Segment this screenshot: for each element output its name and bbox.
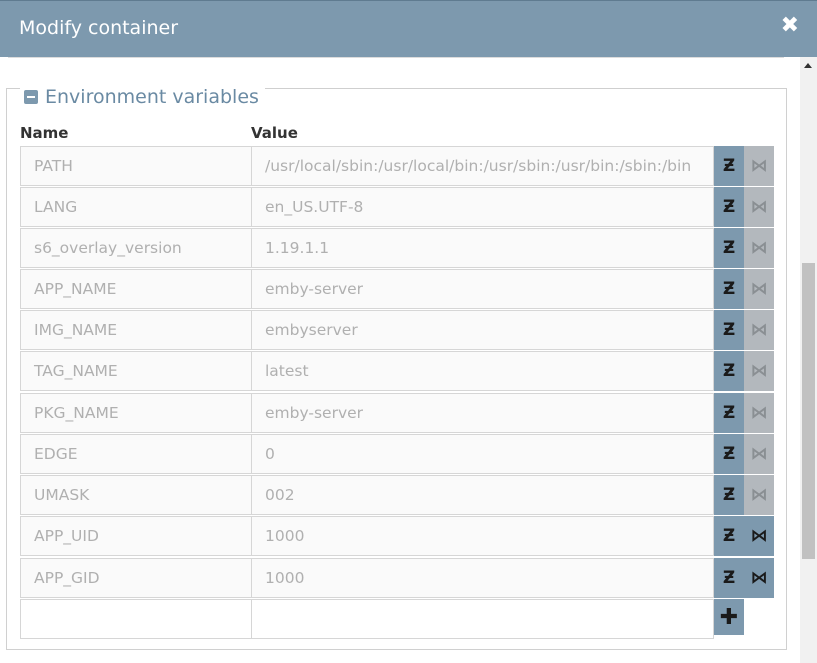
edit-icon[interactable]: Ƶ [714, 393, 744, 433]
edit-icon[interactable]: Ƶ [714, 475, 744, 515]
env-value-input[interactable]: emby-server [251, 393, 714, 433]
env-name-input[interactable]: s6_overlay_version [20, 228, 252, 268]
column-header-name: Name [20, 124, 69, 142]
env-name-input[interactable]: APP_UID [20, 516, 252, 556]
env-value-input[interactable]: /usr/local/sbin:/usr/local/bin:/usr/sbin… [251, 146, 714, 186]
delete-icon[interactable]: ⋈ [744, 475, 774, 515]
new-name-input[interactable] [20, 599, 252, 639]
edit-icon[interactable]: Ƶ [714, 228, 744, 268]
env-value-input[interactable]: 0 [251, 434, 714, 474]
dialog-title: Modify container [19, 17, 179, 39]
delete-icon[interactable]: ⋈ [744, 269, 774, 309]
close-icon[interactable]: ✖ [781, 15, 799, 37]
edit-icon[interactable]: Ƶ [714, 434, 744, 474]
new-value-input[interactable] [251, 599, 714, 639]
delete-icon[interactable]: ⋈ [744, 434, 774, 474]
delete-icon[interactable]: ⋈ [744, 146, 774, 186]
delete-icon[interactable]: ⋈ [744, 310, 774, 350]
env-name-input[interactable]: PATH [20, 146, 252, 186]
env-value-input[interactable]: embyserver [251, 310, 714, 350]
env-value-input[interactable]: emby-server [251, 269, 714, 309]
env-name-input[interactable]: APP_NAME [20, 269, 252, 309]
env-value-input[interactable]: 1000 [251, 558, 714, 598]
add-variable-button[interactable]: ✚ [714, 599, 744, 635]
divider [8, 57, 784, 58]
edit-icon[interactable]: Ƶ [714, 351, 744, 391]
scroll-up-arrow-icon[interactable] [804, 63, 812, 68]
env-name-input[interactable]: UMASK [20, 475, 252, 515]
env-name-input[interactable]: PKG_NAME [20, 393, 252, 433]
delete-icon[interactable]: ⋈ [744, 516, 774, 556]
dialog-titlebar: Modify container ✖ [0, 0, 817, 57]
edit-icon[interactable]: Ƶ [714, 269, 744, 309]
env-value-input[interactable]: 1.19.1.1 [251, 228, 714, 268]
env-value-input[interactable]: latest [251, 351, 714, 391]
delete-icon[interactable]: ⋈ [744, 351, 774, 391]
delete-icon[interactable]: ⋈ [744, 187, 774, 227]
edit-icon[interactable]: Ƶ [714, 146, 744, 186]
minus-square-icon[interactable] [24, 90, 38, 104]
env-value-input[interactable]: 1000 [251, 516, 714, 556]
env-name-input[interactable]: APP_GID [20, 558, 252, 598]
delete-icon[interactable]: ⋈ [744, 558, 774, 598]
delete-icon[interactable]: ⋈ [744, 393, 774, 433]
env-vars-legend[interactable]: Environment variables [20, 86, 265, 108]
edit-icon[interactable]: Ƶ [714, 187, 744, 227]
env-name-input[interactable]: IMG_NAME [20, 310, 252, 350]
edit-icon[interactable]: Ƶ [714, 558, 744, 598]
env-name-input[interactable]: EDGE [20, 434, 252, 474]
section-title: Environment variables [45, 86, 259, 108]
edit-icon[interactable]: Ƶ [714, 516, 744, 556]
column-header-value: Value [251, 124, 298, 142]
env-name-input[interactable]: TAG_NAME [20, 351, 252, 391]
scroll-thumb[interactable] [802, 263, 815, 559]
edit-icon[interactable]: Ƶ [714, 310, 744, 350]
delete-icon[interactable]: ⋈ [744, 228, 774, 268]
env-value-input[interactable]: en_US.UTF-8 [251, 187, 714, 227]
env-name-input[interactable]: LANG [20, 187, 252, 227]
vertical-scrollbar[interactable] [800, 57, 817, 663]
env-value-input[interactable]: 002 [251, 475, 714, 515]
